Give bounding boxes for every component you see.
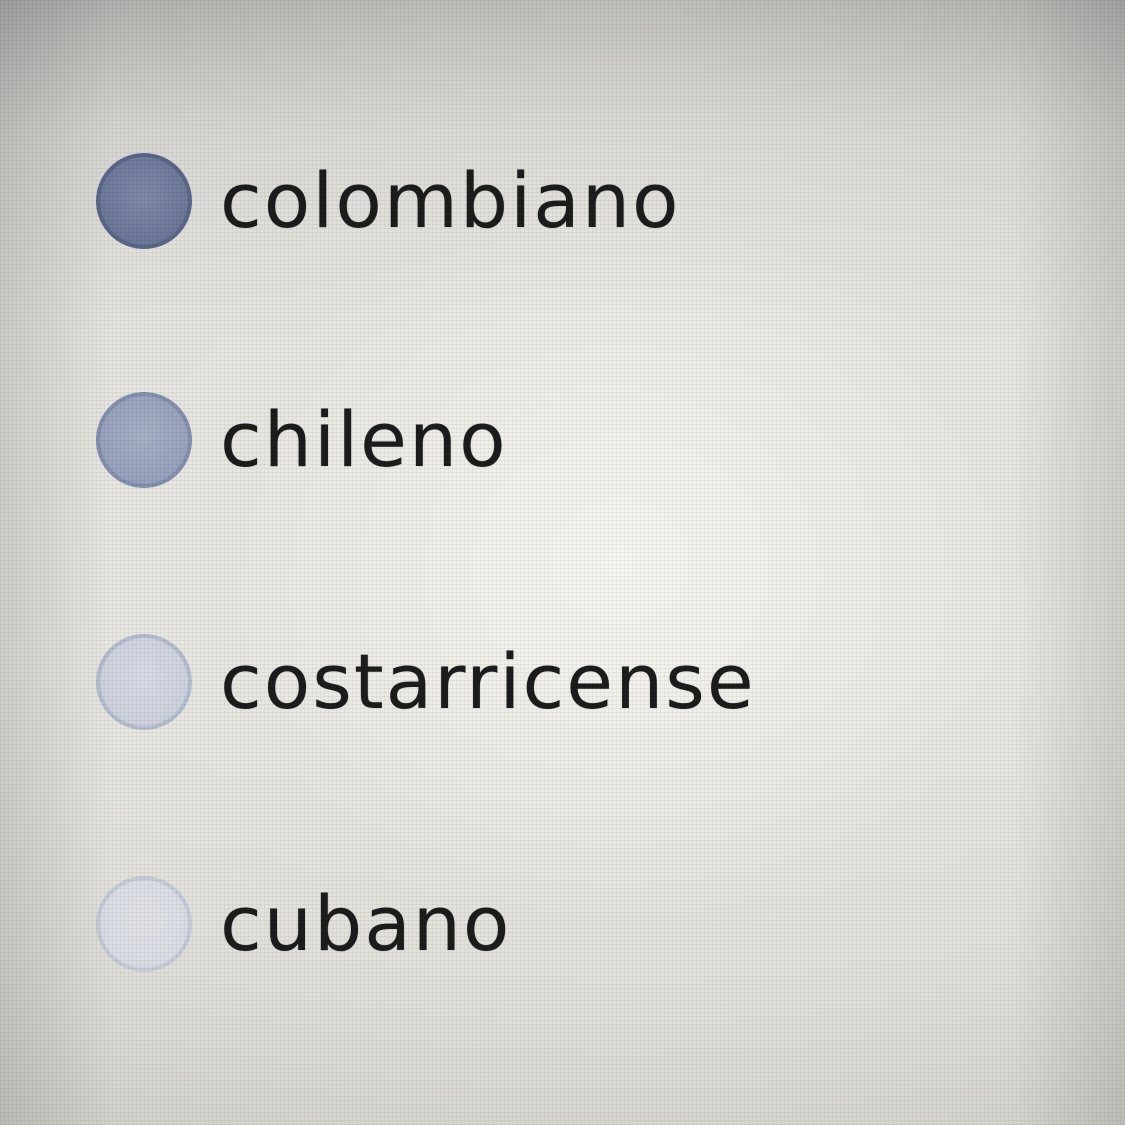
radio-button[interactable]	[96, 876, 192, 972]
option-label: cubano	[220, 879, 512, 968]
option-colombiano[interactable]: colombiano	[96, 153, 681, 249]
option-label: colombiano	[220, 156, 681, 245]
radio-button[interactable]	[96, 634, 192, 730]
option-chileno[interactable]: chileno	[96, 392, 508, 488]
radio-button[interactable]	[96, 392, 192, 488]
radio-button[interactable]	[96, 153, 192, 249]
option-label: chileno	[220, 395, 508, 484]
option-cubano[interactable]: cubano	[96, 876, 511, 972]
option-label: costarricense	[220, 637, 756, 726]
option-costarricense[interactable]: costarricense	[96, 634, 756, 730]
answer-options: colombiano chileno costarricense cubano	[0, 0, 1125, 1125]
